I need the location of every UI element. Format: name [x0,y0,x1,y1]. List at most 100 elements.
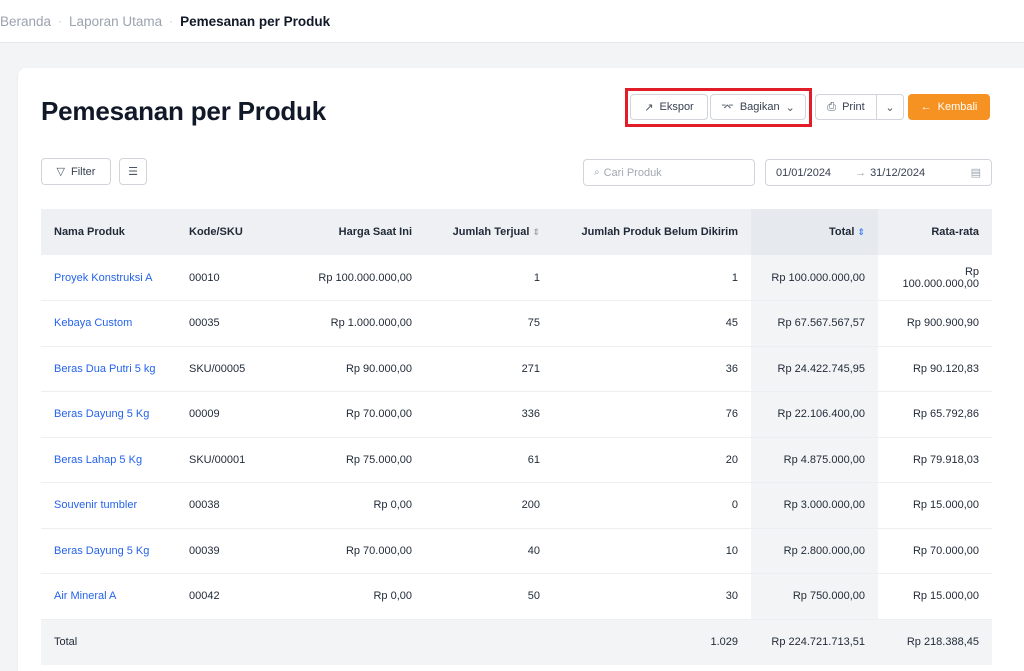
export-button[interactable]: ↗︎ Ekspor [630,94,708,120]
total-cell: Rp 67.567.567,57 [751,300,878,346]
export-label: Ekspor [659,101,694,113]
report-card: Pemesanan per Produk ↗︎ Ekspor ⌤ Bagikan… [18,68,1024,671]
column-header-sold[interactable]: Jumlah Terjual ⇕ [425,209,553,255]
breadcrumb-item-reports[interactable]: Laporan Utama [69,14,162,29]
table-row: Beras Lahap 5 Kg SKU/00001 Rp 75.000,00 61 2… [41,437,992,483]
share-button[interactable]: ⌤ Bagikan ⌄ [710,94,806,120]
date-from[interactable]: 01/01/2024 [776,167,831,179]
orders-table: Nama Produk Kode/SKU Harga Saat Ini Juml… [41,209,992,665]
footer-cell-empty [176,619,273,665]
total-cell: Rp 100.000.000,00 [751,255,878,301]
chevron-down-icon: ⌄ [885,101,895,114]
unshipped-cell: 45 [725,317,738,330]
sold-cell: 1 [533,271,540,284]
breadcrumb-item-home[interactable]: Beranda [0,14,51,29]
sku-cell: 00009 [189,408,220,421]
column-header-unshipped[interactable]: Jumlah Produk Belum Dikirim [553,209,751,255]
table-row: Kebaya Custom 00035 Rp 1.000.000,00 75 45 Rp … [41,300,992,347]
unshipped-cell: 76 [725,408,738,421]
share-icon: ⌤ [721,101,734,114]
sort-icon[interactable]: ⇕ [857,227,865,237]
product-name-link[interactable]: Beras Dua Putri 5 kg [41,346,176,392]
arrow-right-icon: → [855,166,867,179]
average-cell: Rp 15.000,00 [912,590,979,603]
table-footer-row: Total 1.029 Rp 224.721.713,51 Rp 218.388… [41,619,992,665]
sku-cell: 00010 [189,271,220,284]
sku-cell: SKU/00005 [189,362,246,375]
unshipped-cell: 10 [725,544,738,557]
product-name-link[interactable]: Air Mineral A [41,574,176,620]
calendar-icon: ▤ [970,167,981,179]
footer-cell-empty [273,619,425,665]
search-input[interactable] [603,166,744,179]
sold-cell: 61 [527,453,540,466]
total-cell: Rp 24.422.745,95 [751,346,878,392]
table-header: Nama Produk Kode/SKU Harga Saat Ini Juml… [41,209,992,255]
price-cell: Rp 70.000,00 [345,544,412,557]
filter-icon: ▽ [56,166,65,178]
column-header-name[interactable]: Nama Produk [41,209,176,255]
print-options-button[interactable]: ⌄ [876,94,904,120]
table-row: Souvenir tumbler 00038 Rp 0,00 200 0 Rp 3.000… [41,482,992,529]
unshipped-cell: 36 [725,362,738,375]
sku-cell: 00035 [189,317,220,330]
footer-label: Total [54,636,78,649]
back-button[interactable]: ← Kembali [908,94,990,120]
price-cell: Rp 75.000,00 [345,453,412,466]
product-name-link[interactable]: Beras Dayung 5 Kg [41,392,176,438]
price-cell: Rp 1.000.000,00 [330,317,412,330]
sold-cell: 75 [527,317,540,330]
chevron-down-icon: ⌄ [785,101,795,114]
price-cell: Rp 0,00 [373,590,412,603]
share-label: Bagikan [739,101,780,113]
price-cell: Rp 70.000,00 [345,408,412,421]
product-name-link[interactable]: Kebaya Custom [41,301,176,347]
unshipped-cell: 0 [731,499,738,512]
footer-unshipped: 1.029 [710,636,738,649]
average-cell: Rp 15.000,00 [912,499,979,512]
date-range-picker[interactable]: 01/01/2024 → 31/12/2024 ▤ [765,159,992,186]
footer-average: Rp 218.388,45 [906,636,979,649]
breadcrumb-separator: · [169,14,174,28]
column-header-sku[interactable]: Kode/SKU [176,209,273,255]
column-header-average[interactable]: Rata-rata [878,209,992,255]
table-row: Beras Dayung 5 Kg 00009 Rp 70.000,00 336 76 R… [41,391,992,438]
table-row: Air Mineral A 00042 Rp 0,00 50 30 Rp 750.000,… [41,573,992,620]
column-header-sold-label: Jumlah Terjual [452,226,530,238]
unshipped-cell: 30 [725,590,738,603]
table-row: Proyek Konstruksi A 00010 Rp 100.000.000,0… [41,255,992,301]
sku-cell: 00038 [189,499,220,512]
filter-label: Filter [71,165,96,178]
breadcrumb: Beranda · Laporan Utama · Pemesanan per … [0,0,1024,43]
sku-cell: SKU/00001 [189,453,246,466]
search-icon: ⌕ [594,167,600,178]
list-icon: ☰ [128,166,138,178]
product-name-link[interactable]: Proyek Konstruksi A [41,255,176,301]
export-icon: ↗︎ [644,101,654,114]
product-name-link[interactable]: Beras Lahap 5 Kg [41,437,176,483]
print-button[interactable]: ⎙ Print [815,94,877,120]
breadcrumb-separator: · [58,14,63,28]
product-name-link[interactable]: Souvenir tumbler [41,483,176,529]
search-box: ⌕ [583,159,755,186]
product-name-link[interactable]: Beras Dayung 5 Kg [41,528,176,574]
average-cell: Rp 900.900,90 [906,317,979,330]
column-header-price[interactable]: Harga Saat Ini [273,209,425,255]
unshipped-cell: 20 [725,453,738,466]
date-to[interactable]: 31/12/2024 [870,167,925,179]
column-header-total[interactable]: Total ⇕ [751,209,878,255]
column-header-total-label: Total [828,226,855,238]
footer-cell-empty [425,619,553,665]
column-settings-button[interactable]: ☰ [119,158,147,185]
filter-button[interactable]: ▽ Filter [41,158,111,185]
sort-icon[interactable]: ⇕ [532,227,540,237]
sold-cell: 271 [521,362,540,375]
footer-total: Rp 224.721.713,51 [771,636,865,649]
print-label: Print [842,101,865,113]
total-cell: Rp 3.000.000,00 [751,482,878,528]
average-cell: Rp 100.000.000,00 [902,265,979,290]
sold-cell: 40 [527,544,540,557]
sold-cell: 336 [521,408,540,421]
price-cell: Rp 0,00 [373,499,412,512]
unshipped-cell: 1 [731,271,738,284]
